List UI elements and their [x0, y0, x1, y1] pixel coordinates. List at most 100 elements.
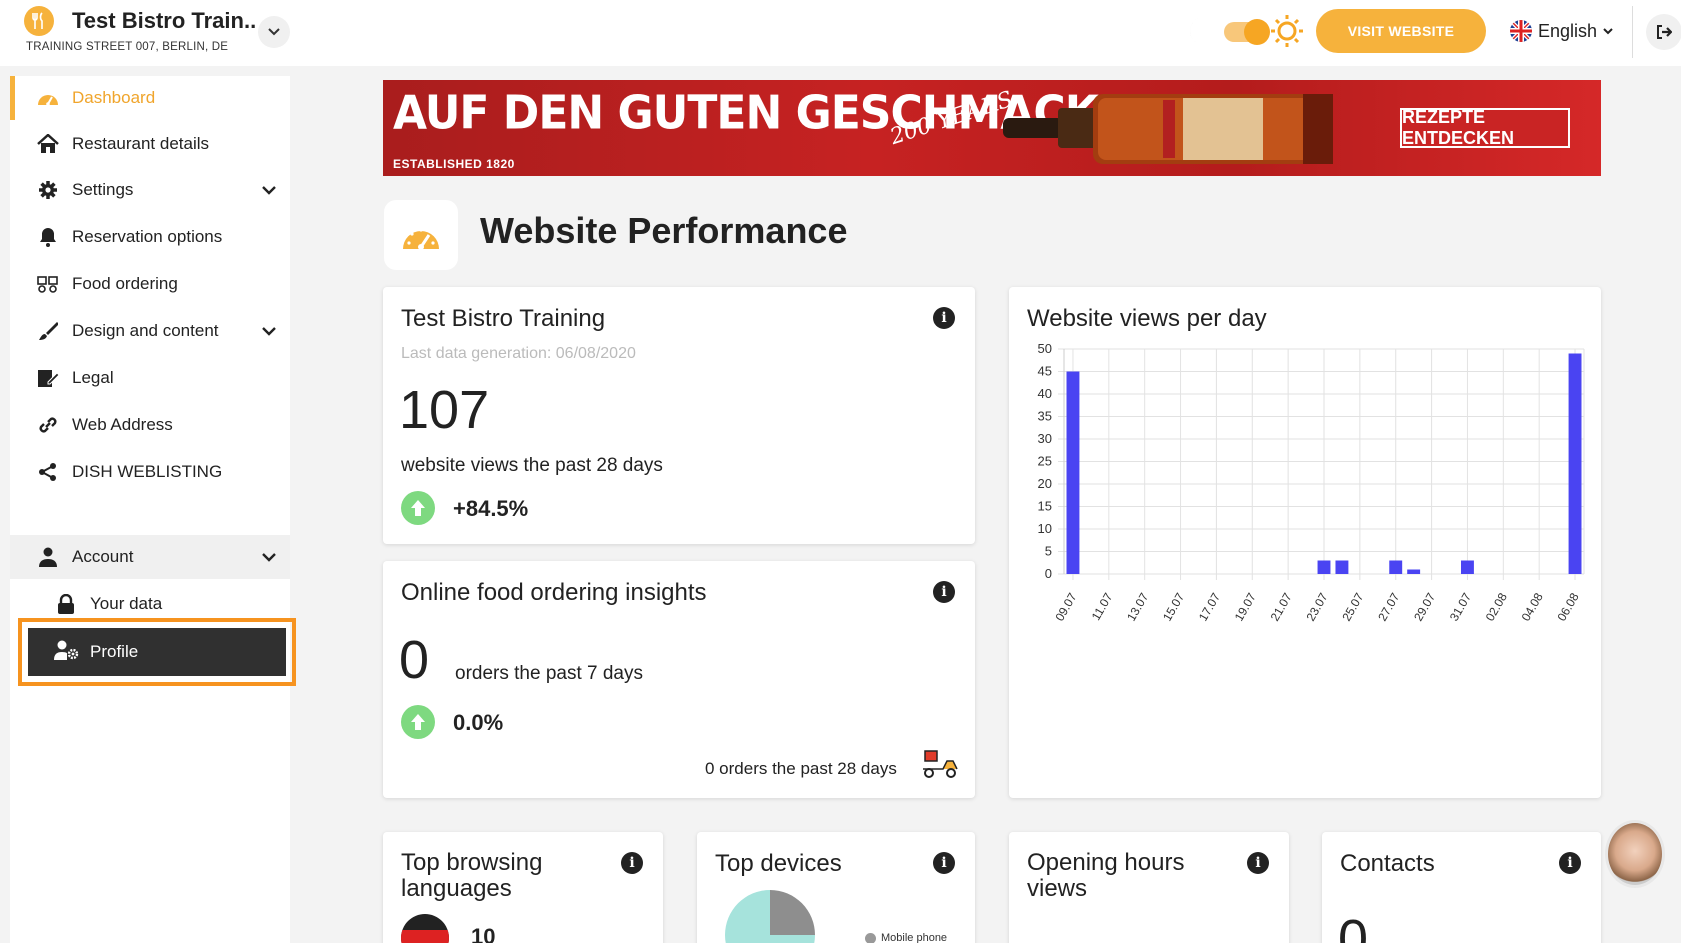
theme-toggle[interactable] — [1224, 19, 1270, 45]
y-tick-label: 10 — [1038, 521, 1052, 536]
sidebar-item-reservation-options[interactable]: Reservation options — [10, 215, 290, 259]
info-icon[interactable]: i — [621, 852, 643, 874]
y-tick-label: 40 — [1038, 386, 1052, 401]
info-icon[interactable]: i — [1559, 852, 1581, 874]
sidebar-item-label: Profile — [90, 642, 139, 661]
german-flag-icon — [401, 914, 449, 943]
sidebar-item-restaurant-details[interactable]: Restaurant details — [10, 122, 290, 166]
banner-cta-button[interactable]: REZEPTE ENTDECKEN — [1400, 107, 1570, 148]
card-title-line: views — [1027, 875, 1088, 902]
card-title: Opening hours views — [1027, 850, 1184, 902]
sidebar-item-profile[interactable]: Profile — [28, 628, 286, 676]
sidebar-item-label: Restaurant details — [72, 134, 210, 153]
info-icon[interactable]: i — [933, 581, 955, 603]
profile-highlight: Profile — [18, 618, 296, 686]
chevron-down-icon — [268, 28, 280, 36]
sidebar-item-dashboard[interactable]: Dashboard — [10, 76, 290, 120]
speedometer-icon — [403, 228, 439, 250]
sidebar-item-account[interactable]: Account — [10, 535, 290, 579]
moon-icon — [1182, 14, 1216, 53]
chevron-down-icon — [262, 185, 276, 195]
chart-bar — [1568, 353, 1582, 574]
visit-website-button[interactable]: VISIT WEBSITE — [1316, 9, 1486, 53]
x-tick-label: 29.07 — [1411, 590, 1438, 623]
performance-icon-box — [384, 200, 458, 270]
speedometer-icon — [36, 86, 60, 110]
sidebar-item-label: Legal — [72, 368, 114, 387]
lock-icon — [54, 592, 78, 616]
support-avatar[interactable] — [1605, 820, 1665, 888]
sidebar-item-label: Dashboard — [72, 88, 156, 107]
sidebar-item-label: Settings — [72, 180, 134, 199]
x-tick-label: 19.07 — [1232, 590, 1259, 623]
sidebar-item-food-ordering[interactable]: Food ordering — [10, 262, 290, 306]
orders-count: 0 — [399, 630, 430, 690]
top-devices-card: Top devices i Mobile phone — [697, 832, 975, 943]
sidebar-item-design-and-content[interactable]: Design and content — [10, 309, 290, 353]
restaurant-logo-icon — [24, 6, 54, 36]
language-selector[interactable]: English — [1510, 20, 1613, 42]
sidebar-item-label: Your data — [90, 594, 163, 613]
card-title-line: Top browsing — [401, 849, 543, 876]
views-per-day-card: Website views per day 0 5 10 15 20 25 30 35 40 45… — [1009, 287, 1601, 798]
active-indicator — [10, 76, 15, 120]
language-count: 10 — [471, 924, 496, 943]
x-tick-label: 02.08 — [1483, 590, 1510, 623]
top-browsing-languages-card: Top browsing languages i 10 — [383, 832, 663, 943]
sun-icon — [1270, 14, 1304, 53]
link-icon — [36, 413, 60, 437]
sidebar-item-label: Web Address — [72, 415, 173, 434]
pie-legend-item: Mobile phone — [865, 932, 947, 943]
views-per-day-chart: 0 5 10 15 20 25 30 35 40 45 50 09.07 11.07 13.07 15.07… — [1038, 341, 1585, 624]
chart-bar — [1317, 560, 1331, 574]
arrow-up-icon — [401, 705, 435, 739]
whisky-bottle-image — [1003, 94, 1333, 164]
sidebar-item-label: DISH WEBLISTING — [72, 462, 223, 481]
x-tick-label: 21.07 — [1268, 590, 1295, 623]
chevron-down-icon — [262, 326, 276, 336]
card-title: Test Bistro Training — [401, 305, 606, 332]
sidebar-item-web-address[interactable]: Web Address — [10, 403, 290, 447]
x-tick-label: 17.07 — [1196, 590, 1223, 623]
food-icon — [36, 272, 60, 296]
views-count: 107 — [399, 380, 490, 440]
advertisement-banner[interactable]: AUF DEN GUTEN GESCHMACK ESTABLISHED 1820… — [383, 80, 1601, 176]
y-tick-label: 35 — [1038, 409, 1052, 424]
uk-flag-icon — [1510, 20, 1532, 42]
card-title: Contacts — [1340, 850, 1435, 877]
y-tick-label: 0 — [1045, 566, 1052, 581]
info-icon[interactable]: i — [933, 852, 955, 874]
language-label: English — [1538, 20, 1598, 41]
brush-icon — [36, 319, 60, 343]
x-tick-label: 06.08 — [1554, 590, 1581, 623]
x-tick-label: 15.07 — [1160, 590, 1187, 623]
restaurant-switch-button[interactable] — [258, 16, 290, 48]
info-icon[interactable]: i — [1247, 852, 1269, 874]
logout-button[interactable] — [1646, 14, 1681, 50]
delivery-scooter-icon — [921, 749, 959, 784]
user-gear-icon — [54, 640, 80, 665]
page-title: Website Performance — [480, 210, 848, 251]
sidebar-item-settings[interactable]: Settings — [10, 168, 290, 212]
y-tick-label: 25 — [1038, 454, 1052, 469]
legend-label: Mobile phone — [881, 932, 948, 943]
sidebar-item-dish-weblisting[interactable]: DISH WEBLISTING — [10, 450, 290, 494]
x-tick-label: 11.07 — [1089, 590, 1116, 623]
x-tick-label: 04.08 — [1519, 590, 1546, 623]
contacts-count: 0 — [1338, 909, 1369, 943]
y-tick-label: 50 — [1038, 341, 1052, 356]
info-icon[interactable]: i — [933, 307, 955, 329]
orders-caption: orders the past 7 days — [455, 663, 643, 684]
y-tick-label: 20 — [1038, 476, 1052, 491]
x-tick-label: 13.07 — [1124, 590, 1151, 623]
sidebar-item-label: Food ordering — [72, 274, 178, 293]
orders-change: 0.0% — [453, 710, 504, 735]
sidebar-item-label: Design and content — [72, 321, 219, 340]
y-tick-label: 30 — [1038, 431, 1052, 446]
gear-icon — [36, 178, 60, 202]
sidebar-item-legal[interactable]: Legal — [10, 356, 290, 400]
toggle-knob — [1244, 19, 1270, 45]
sidebar-item-label: Reservation options — [72, 227, 223, 246]
x-tick-label: 31.07 — [1447, 590, 1474, 623]
orders-28-days: 0 orders the past 28 days — [705, 759, 897, 778]
